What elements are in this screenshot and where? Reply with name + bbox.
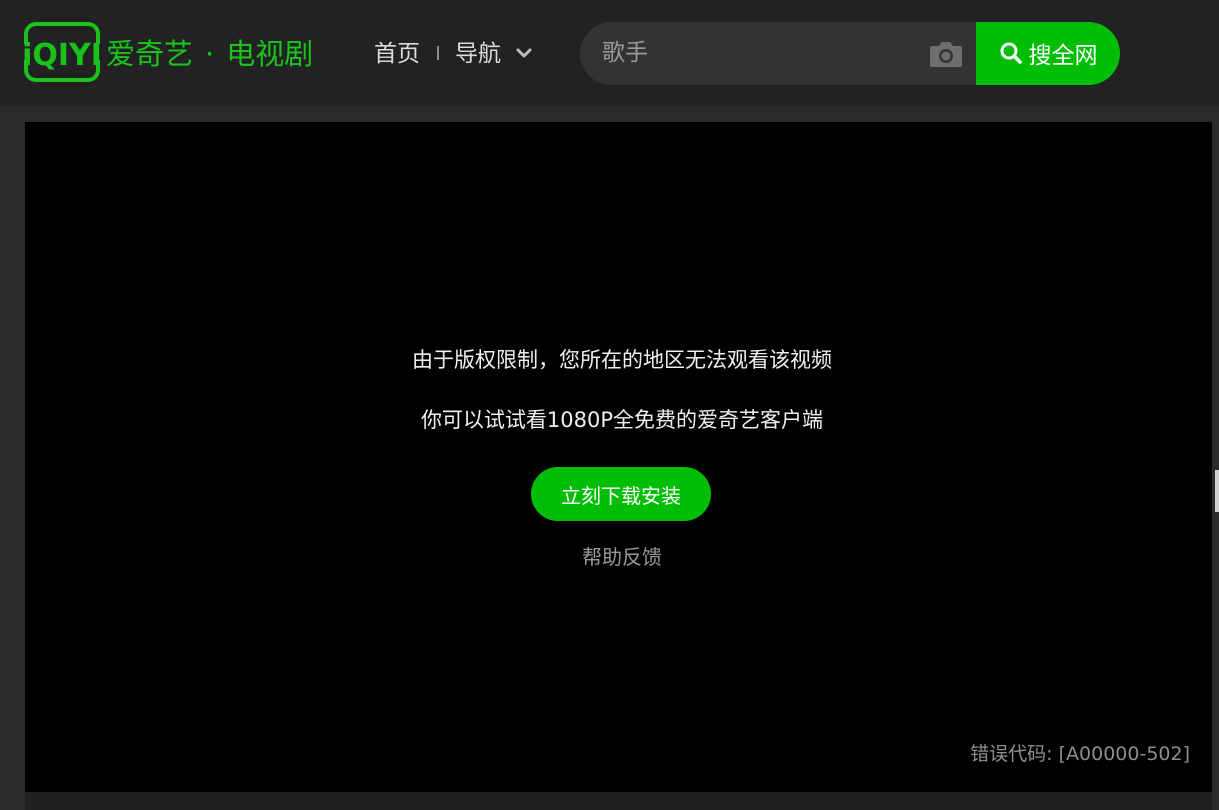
camera-icon[interactable] xyxy=(929,39,963,69)
error-code: 错误代码: [A00000-502] xyxy=(970,743,1190,765)
scrollbar-thumb[interactable] xyxy=(1215,470,1219,512)
nav-home-link[interactable]: 首页 xyxy=(374,38,420,70)
iqiyi-logo[interactable]: iQIYI xyxy=(24,22,100,82)
nav-separator xyxy=(437,46,439,60)
nav-guide-dropdown[interactable]: 导航 xyxy=(455,38,532,70)
brand-dot: · xyxy=(205,37,215,71)
video-player: 由于版权限制，您所在的地区无法观看该视频 你可以试试看1080P全免费的爱奇艺客… xyxy=(25,122,1212,792)
brand-title[interactable]: 爱奇艺 · 电视剧 xyxy=(106,34,313,74)
top-header: iQIYI 爱奇艺 · 电视剧 首页 导航 搜全网 xyxy=(0,0,1219,106)
search-all-button[interactable]: 搜全网 xyxy=(976,22,1120,85)
search-box xyxy=(580,22,980,85)
download-install-button[interactable]: 立刻下载安装 xyxy=(531,467,711,521)
help-feedback-container: 帮助反馈 xyxy=(25,541,1219,570)
chevron-down-icon xyxy=(516,48,532,57)
search-input[interactable] xyxy=(602,36,922,70)
channel-name: 电视剧 xyxy=(226,37,314,71)
search-icon xyxy=(1000,42,1022,64)
footer-strip xyxy=(25,792,1212,810)
client-suggestion-message: 你可以试试看1080P全免费的爱奇艺客户端 xyxy=(420,408,824,432)
help-feedback-link[interactable]: 帮助反馈 xyxy=(582,545,662,569)
region-restriction-message: 由于版权限制，您所在的地区无法观看该视频 xyxy=(412,348,832,372)
nav-guide-label: 导航 xyxy=(455,41,501,67)
logo-text: iQIYI xyxy=(24,38,100,73)
search-button-label: 搜全网 xyxy=(1028,43,1098,69)
brand-name: 爱奇艺 xyxy=(106,37,194,71)
